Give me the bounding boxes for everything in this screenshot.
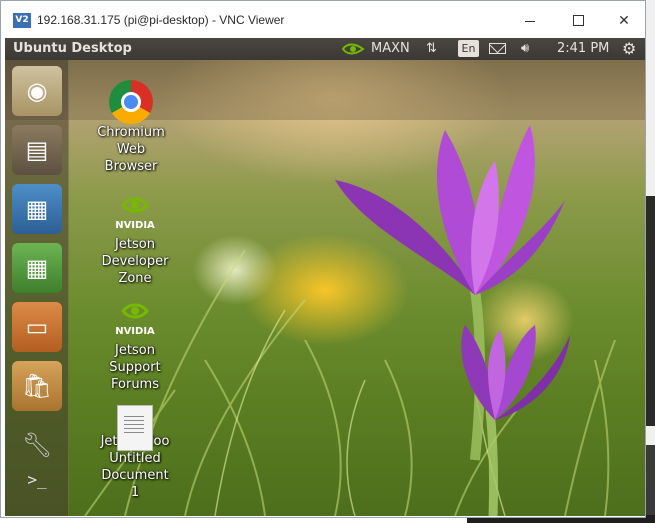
minimize-button[interactable] (511, 9, 549, 33)
chromium-icon (109, 80, 153, 124)
desktop-icon-untitled-document[interactable]: Jetson Zoo Untitled Document 1 (90, 405, 180, 501)
desktop-icon-label: Jetson (115, 343, 155, 358)
svg-text:NVIDIA: NVIDIA (115, 326, 155, 337)
shopping-bag-icon: 🛍︎ (21, 372, 53, 400)
system-gear-icon[interactable]: ⚙ (622, 39, 636, 58)
launcher-software-center[interactable]: 🛍︎ (12, 361, 62, 411)
desktop-wallpaper: Chromium Web Browser NVIDIA Jetson Devel… (5, 60, 645, 516)
desktop-icon-label: Zone (118, 271, 152, 286)
window-title: 192.168.31.175 (pi@pi-desktop) - VNC Vie… (37, 13, 285, 27)
window-titlebar[interactable]: V2 192.168.31.175 (pi@pi-desktop) - VNC … (1, 1, 645, 39)
power-mode-label[interactable]: MAXN (371, 41, 410, 56)
ubuntu-logo-icon: ◉ (26, 77, 48, 105)
launcher-ubuntu-dash[interactable]: ◉ (12, 66, 62, 116)
background-window-dark-region (646, 445, 655, 515)
desktop-icon-label: Document (101, 468, 169, 483)
keyboard-language-indicator[interactable]: En (458, 40, 479, 57)
mail-icon[interactable] (489, 43, 506, 54)
file-cabinet-icon: ▤ (25, 136, 49, 164)
writer-document-icon: ▦ (25, 195, 49, 223)
ubuntu-top-panel: Ubuntu Desktop MAXN ⇅ En 🔊︎ 2:41 PM ⚙ (5, 38, 645, 60)
nvidia-power-icon[interactable] (341, 42, 365, 56)
desktop-icon-label: 1 (130, 485, 140, 500)
launcher-terminal[interactable]: >_ (12, 455, 62, 505)
close-button[interactable]: ✕ (605, 9, 643, 33)
unity-launcher: ◉ ▤ ▦ ▦ ▭ 🛍︎ 🔧︎ >_ (5, 60, 69, 516)
desktop-icon-label: Untitled (109, 451, 161, 466)
network-updown-icon[interactable]: ⇅ (426, 41, 437, 56)
clock[interactable]: 2:41 PM (557, 41, 609, 56)
volume-icon[interactable]: 🔊︎ (521, 41, 529, 56)
svg-text:NVIDIA: NVIDIA (115, 220, 155, 231)
presentation-icon: ▭ (25, 313, 49, 341)
vnc-logo-icon: V2 (13, 13, 31, 28)
desktop-icon-label: Developer (101, 254, 169, 269)
spreadsheet-icon: ▦ (25, 254, 49, 282)
desktop-icon-chromium[interactable]: Chromium Web Browser (86, 80, 176, 175)
launcher-files[interactable]: ▤ (12, 125, 62, 175)
desktop-icon-jetson-support-forums[interactable]: NVIDIA Jetson Support Forums (90, 300, 180, 393)
desktop-icon-label: Web (116, 142, 146, 157)
desktop-icon-label: Forums (111, 377, 159, 392)
desktop-icon-label: Chromium (97, 125, 165, 140)
launcher-libreoffice-impress[interactable]: ▭ (12, 302, 62, 352)
terminal-icon: >_ (27, 470, 47, 489)
close-icon: ✕ (618, 13, 630, 29)
background-window-dark-region (646, 196, 655, 426)
desktop-icon-label: Jetson (115, 237, 155, 252)
minimize-icon (525, 21, 535, 22)
desktop-icon-label: Support (109, 360, 161, 375)
maximize-icon (573, 15, 584, 26)
desktop-icon-jetson-developer-zone[interactable]: NVIDIA Jetson Developer Zone (90, 194, 180, 287)
panel-title: Ubuntu Desktop (13, 41, 132, 56)
nvidia-icon: NVIDIA (115, 197, 155, 231)
maximize-button[interactable] (559, 9, 597, 33)
nvidia-icon: NVIDIA (115, 303, 155, 337)
launcher-libreoffice-writer[interactable]: ▦ (12, 184, 62, 234)
desktop-icon-label: Browser (104, 159, 158, 174)
document-icon (117, 405, 153, 451)
launcher-libreoffice-calc[interactable]: ▦ (12, 243, 62, 293)
